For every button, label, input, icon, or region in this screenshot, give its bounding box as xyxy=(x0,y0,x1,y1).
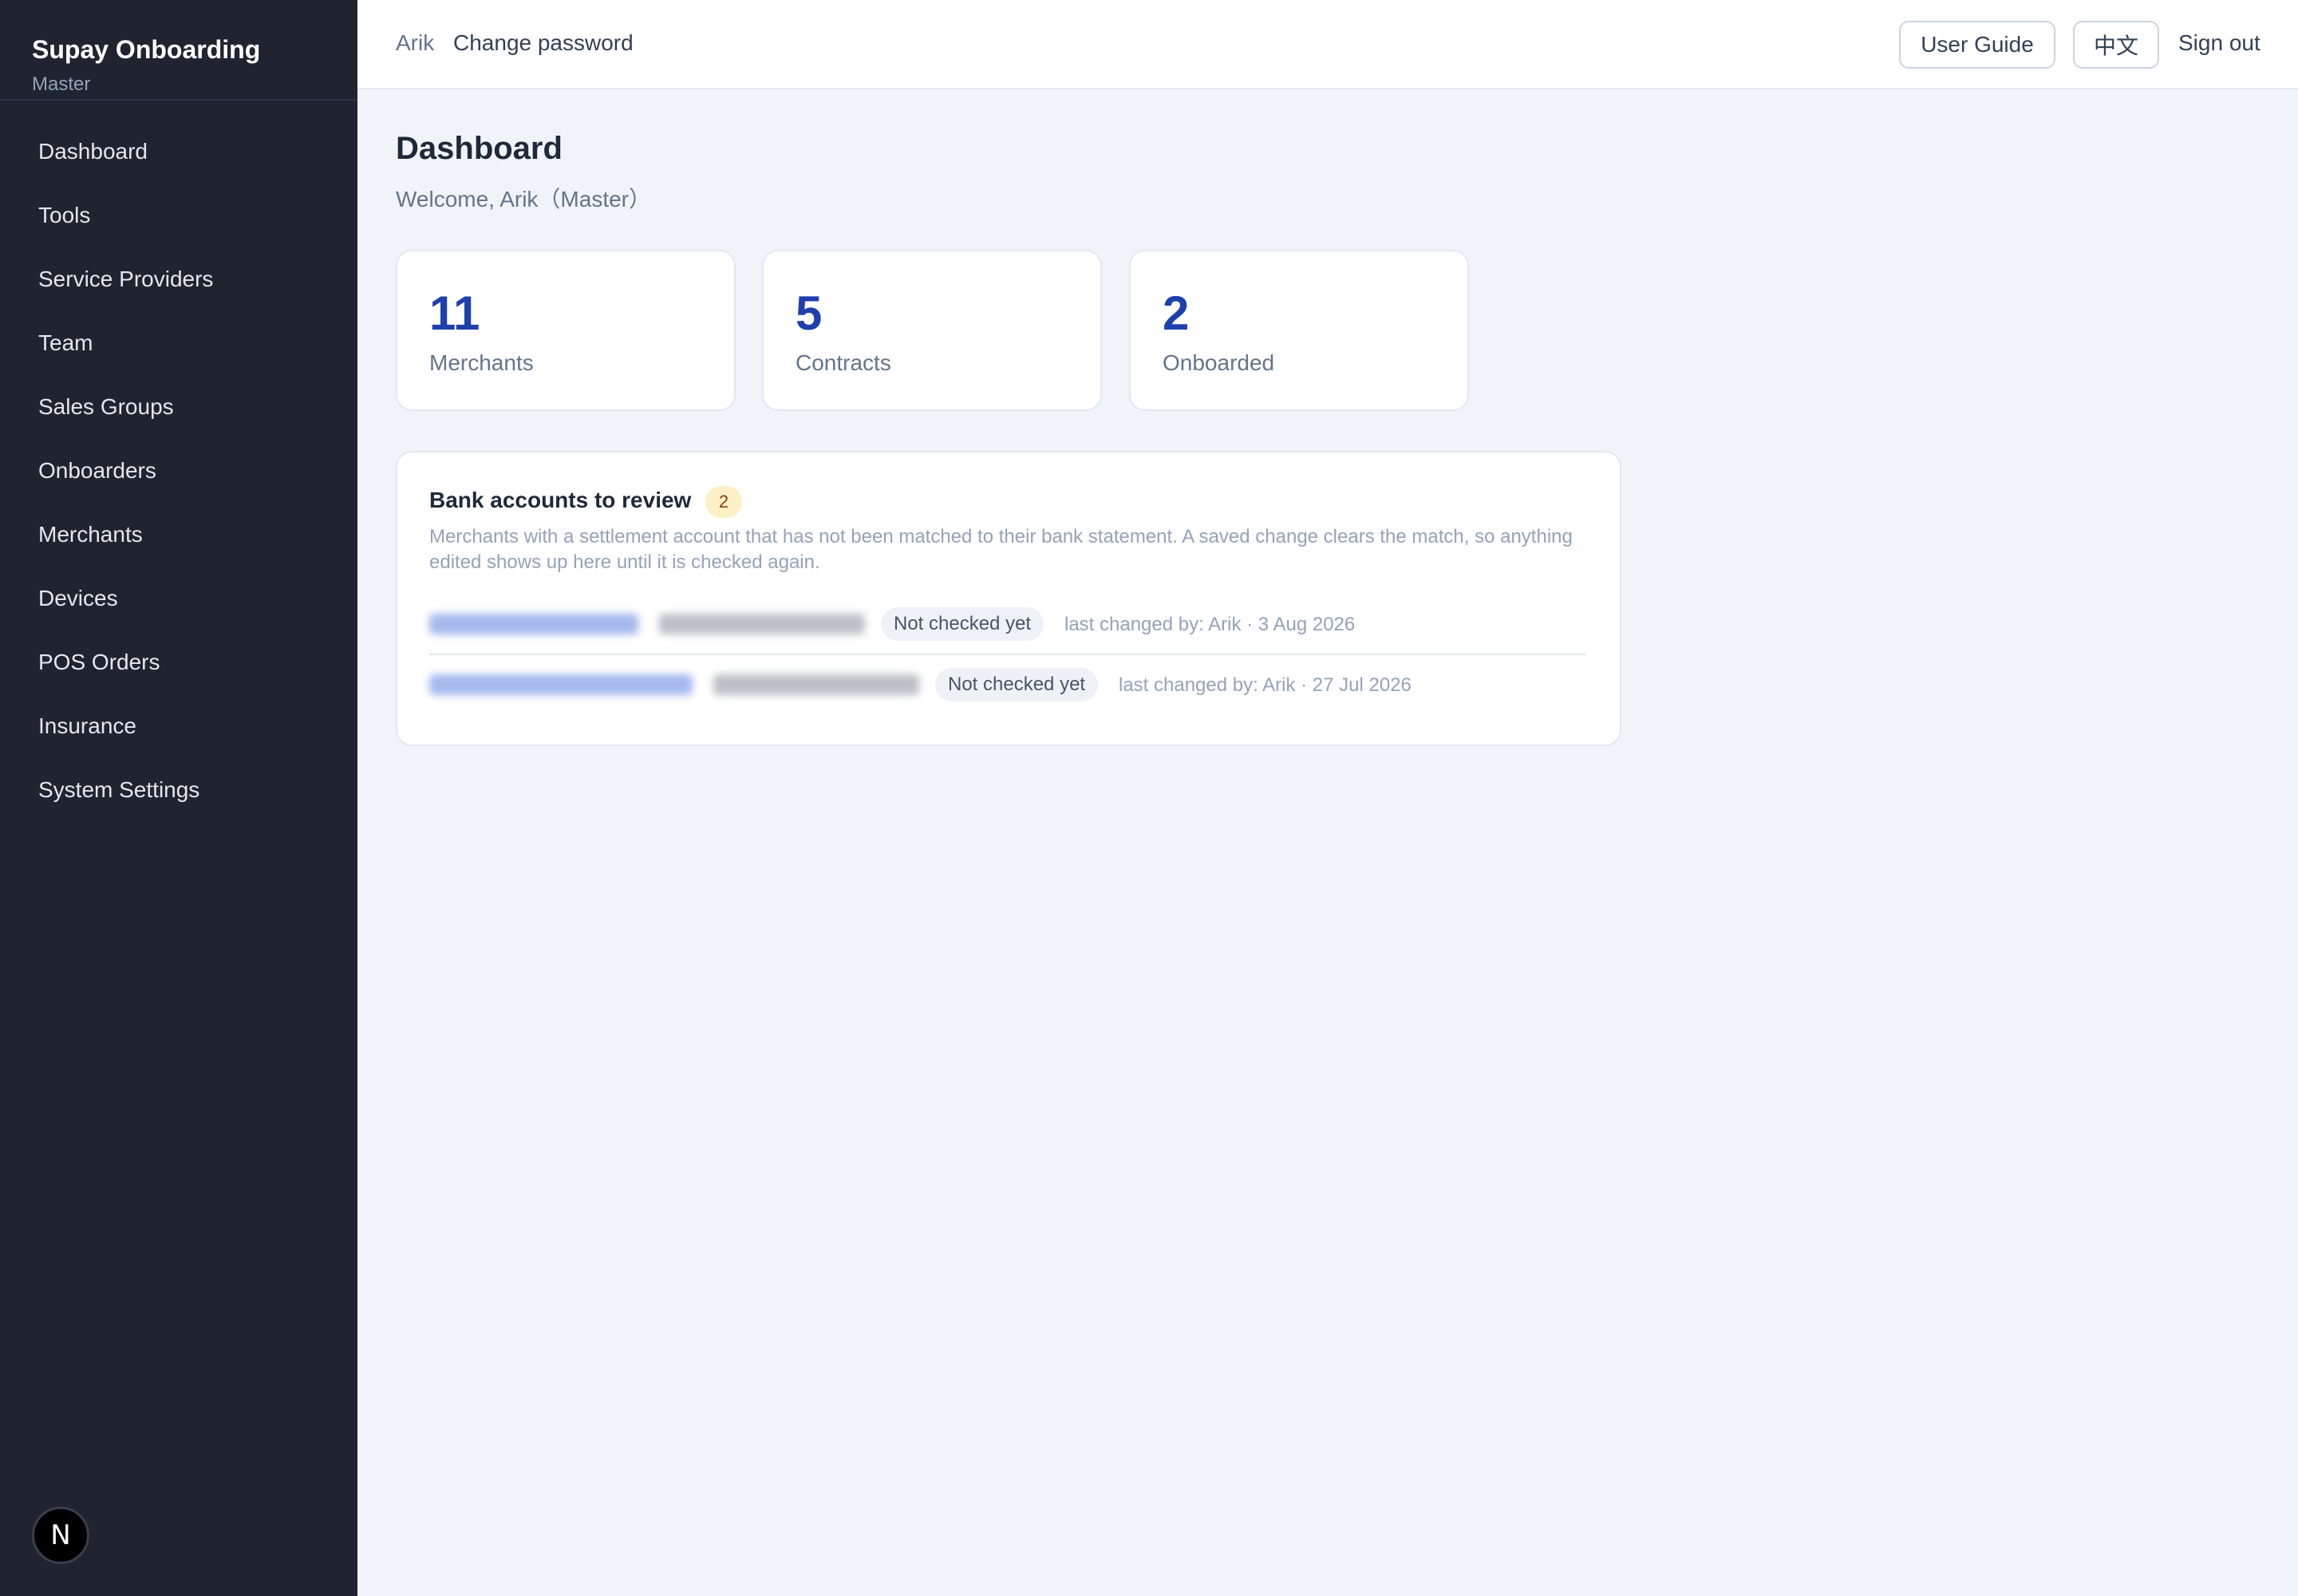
last-changed-meta: last changed by: Arik · 3 Aug 2026 xyxy=(1064,614,1356,635)
current-user: Arik xyxy=(396,30,435,55)
sidebar-nav: Dashboard Tools Service Providers Team S… xyxy=(0,101,357,822)
bank-accounts-review-card: Bank accounts to review 2 Merchants with… xyxy=(396,451,1621,746)
review-row: Not checked yet last changed by: Arik · … xyxy=(429,657,1586,714)
stat-card-onboarded: 2 Onboarded xyxy=(1129,250,1469,411)
stat-label: Merchants xyxy=(429,350,534,375)
review-description: Merchants with a settlement account that… xyxy=(429,526,1573,573)
sign-out-link[interactable]: Sign out xyxy=(2178,30,2260,56)
review-row: Not checked yet last changed by: Arik · … xyxy=(429,596,1586,655)
user-guide-button[interactable]: User Guide xyxy=(1899,21,2055,69)
user-role: Master xyxy=(32,73,91,95)
badge-letter: N xyxy=(50,1519,71,1551)
brand: Supay Onboarding Master xyxy=(0,0,357,101)
stat-value: 2 xyxy=(1163,286,1190,340)
review-count-badge: 2 xyxy=(705,486,742,518)
sidebar-item-sales-groups[interactable]: Sales Groups xyxy=(0,375,357,439)
language-toggle-button[interactable]: 中文 xyxy=(2073,21,2159,69)
top-bar: Arik Change password User Guide 中文 Sign … xyxy=(357,0,2298,89)
page-title: Dashboard xyxy=(396,131,563,166)
sidebar-item-system-settings[interactable]: System Settings xyxy=(0,758,357,822)
status-badge: Not checked yet xyxy=(935,668,1099,701)
sidebar-item-insurance[interactable]: Insurance xyxy=(0,694,357,758)
sidebar-item-devices[interactable]: Devices xyxy=(0,567,357,630)
merchant-name-link-redacted[interactable] xyxy=(429,674,693,695)
stat-label: Contracts xyxy=(796,350,891,375)
stat-value: 11 xyxy=(429,286,480,340)
review-card-title: Bank accounts to review xyxy=(429,488,692,512)
account-number-redacted xyxy=(713,674,919,695)
change-password-link[interactable]: Change password xyxy=(453,30,634,56)
welcome-text: Welcome, Arik（Master） xyxy=(396,187,651,211)
sidebar-item-onboarders[interactable]: Onboarders xyxy=(0,439,357,503)
sidebar-item-team[interactable]: Team xyxy=(0,311,357,375)
stat-card-merchants: 11 Merchants xyxy=(396,250,736,411)
sidebar-item-dashboard[interactable]: Dashboard xyxy=(0,120,357,184)
sidebar: Supay Onboarding Master Dashboard Tools … xyxy=(0,0,357,1596)
status-badge: Not checked yet xyxy=(881,607,1044,641)
nextjs-dev-badge-icon[interactable]: N xyxy=(32,1507,89,1564)
merchant-name-link-redacted[interactable] xyxy=(429,614,638,634)
sidebar-item-service-providers[interactable]: Service Providers xyxy=(0,247,357,311)
sidebar-item-tools[interactable]: Tools xyxy=(0,184,357,247)
stat-value: 5 xyxy=(796,286,823,340)
sidebar-item-pos-orders[interactable]: POS Orders xyxy=(0,630,357,694)
app-title: Supay Onboarding xyxy=(32,35,261,64)
account-number-redacted xyxy=(659,614,865,634)
stat-card-contracts: 5 Contracts xyxy=(762,250,1102,411)
last-changed-meta: last changed by: Arik · 27 Jul 2026 xyxy=(1119,674,1412,696)
stat-label: Onboarded xyxy=(1163,350,1275,375)
sidebar-item-merchants[interactable]: Merchants xyxy=(0,503,357,567)
